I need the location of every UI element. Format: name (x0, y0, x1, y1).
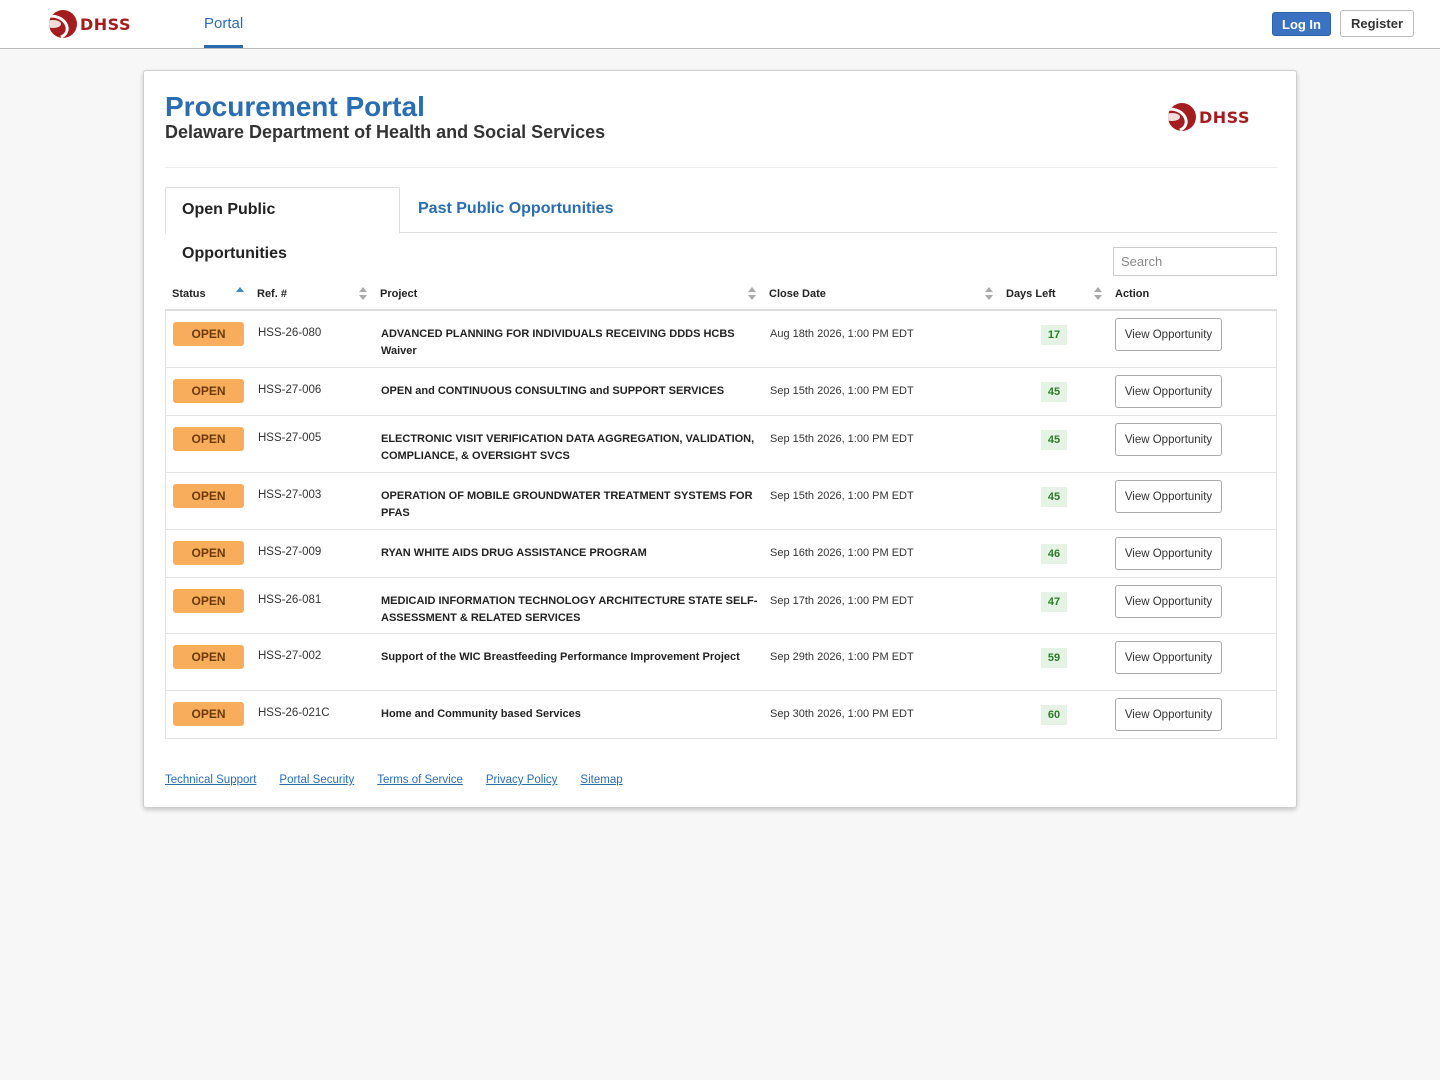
sort-icon[interactable] (1094, 287, 1102, 301)
page-subtitle: Delaware Department of Health and Social… (165, 122, 606, 142)
project-name: Home and Community based Services (381, 708, 581, 720)
sort-icon[interactable] (359, 287, 367, 301)
days-left-badge: 45 (1041, 382, 1067, 402)
status-badge: OPEN (173, 702, 244, 726)
project-name: MEDICAID INFORMATION TECHNOLOGY ARCHITEC… (381, 595, 758, 624)
footer-link-technical-support[interactable]: Technical Support (165, 774, 256, 786)
table-row: OPEN HSS-27-003 OPERATION OF MOBILE GROUND… (166, 472, 1276, 529)
footer-link-sitemap[interactable]: Sitemap (580, 774, 622, 786)
ref-number: HSS-27-002 (258, 650, 322, 662)
view-opportunity-button[interactable]: View Opportunity (1115, 537, 1222, 570)
column-header-close-date[interactable]: Close Date (769, 288, 826, 300)
table-row: OPEN HSS-26-080 ADVANCED PLANNING FOR INDI… (166, 311, 1276, 367)
header-divider (165, 167, 1277, 168)
ref-number: HSS-26-080 (258, 327, 322, 339)
days-left-badge: 59 (1041, 648, 1067, 668)
status-badge: OPEN (173, 379, 244, 403)
sort-asc-icon[interactable] (236, 287, 244, 301)
table-row: OPEN HSS-27-002 Support of the WIC Breastf… (166, 633, 1276, 690)
project-name: Support of the WIC Breastfeeding Perform… (381, 651, 740, 663)
main-card: Procurement Portal Delaware Department o… (143, 70, 1297, 808)
close-date: Sep 15th 2026, 1:00 PM EDT (770, 490, 914, 502)
close-date: Sep 15th 2026, 1:00 PM EDT (770, 433, 914, 445)
column-header-days-left[interactable]: Days Left (1006, 288, 1056, 300)
status-badge: OPEN (173, 322, 244, 346)
status-badge: OPEN (173, 645, 244, 669)
view-opportunity-button[interactable]: View Opportunity (1115, 480, 1222, 513)
ref-number: HSS-26-021C (258, 707, 330, 719)
tab-open-opportunities[interactable]: Open Public Opportunities (165, 187, 400, 262)
days-left-badge: 60 (1041, 705, 1067, 725)
view-opportunity-button[interactable]: View Opportunity (1115, 375, 1222, 408)
footer-link-privacy-policy[interactable]: Privacy Policy (486, 774, 558, 786)
status-badge: OPEN (173, 541, 244, 565)
column-header-project[interactable]: Project (380, 288, 417, 300)
status-badge: OPEN (173, 484, 244, 508)
ref-number: HSS-26-081 (258, 594, 322, 606)
sort-icon[interactable] (985, 287, 993, 301)
project-name: ELECTRONIC VISIT VERIFICATION DATA AGGRE… (381, 433, 755, 462)
dhss-logo-icon (49, 10, 77, 38)
days-left-badge: 17 (1041, 325, 1067, 345)
close-date: Sep 17th 2026, 1:00 PM EDT (770, 595, 914, 607)
dhss-logo[interactable]: DHSS (49, 9, 131, 39)
tab-past-opportunities[interactable]: Past Public Opportunities (402, 187, 630, 233)
column-header-status[interactable]: Status (172, 288, 206, 300)
header-dhss-logo: DHSS (1168, 103, 1250, 131)
ref-number: HSS-27-005 (258, 432, 322, 444)
close-date: Sep 16th 2026, 1:00 PM EDT (770, 547, 914, 559)
page-title: Procurement Portal (165, 91, 425, 122)
ref-number: HSS-27-003 (258, 489, 322, 501)
footer-link-portal-security[interactable]: Portal Security (279, 774, 354, 786)
ref-number: HSS-27-006 (258, 384, 322, 396)
table-row: OPEN HSS-27-006 OPEN and CONTINUOUS CONSUL… (166, 367, 1276, 415)
view-opportunity-button[interactable]: View Opportunity (1115, 698, 1222, 731)
close-date: Sep 29th 2026, 1:00 PM EDT (770, 651, 914, 663)
view-opportunity-button[interactable]: View Opportunity (1115, 585, 1222, 618)
dhss-logo-text: DHSS (1199, 107, 1250, 127)
table-row: OPEN HSS-26-081 MEDICAID INFORMATION TECHN… (166, 577, 1276, 633)
view-opportunity-button[interactable]: View Opportunity (1115, 423, 1222, 456)
ref-number: HSS-27-009 (258, 546, 322, 558)
close-date: Aug 18th 2026, 1:00 PM EDT (770, 328, 914, 340)
footer-links: Technical Support Portal Security Terms … (165, 774, 623, 786)
footer-link-terms-of-service[interactable]: Terms of Service (377, 774, 463, 786)
dhss-logo-text: DHSS (80, 14, 131, 34)
sort-icon[interactable] (748, 287, 756, 301)
dhss-logo-icon (1168, 103, 1196, 131)
table-row: OPEN HSS-26-021C Home and Community based … (166, 690, 1276, 738)
project-name: RYAN WHITE AIDS DRUG ASSISTANCE PROGRAM (381, 547, 647, 559)
table-row: OPEN HSS-27-005 ELECTRONIC VISIT VERIFICAT… (166, 415, 1276, 472)
column-header-ref[interactable]: Ref. # (257, 288, 287, 300)
table-header: Status Ref. # Project Close Date Days Le… (165, 281, 1277, 311)
project-name: OPEN and CONTINUOUS CONSULTING and SUPPO… (381, 385, 725, 397)
column-header-action: Action (1115, 288, 1150, 300)
status-badge: OPEN (173, 427, 244, 451)
opportunity-tabs: Open Public Opportunities Past Public Op… (165, 187, 1277, 262)
table-row: OPEN HSS-27-009 RYAN WHITE AIDS DRUG ASSIS… (166, 529, 1276, 577)
nav-tab-portal[interactable]: Portal (204, 0, 244, 48)
project-name: ADVANCED PLANNING FOR INDIVIDUALS RECEIV… (381, 328, 735, 357)
status-badge: OPEN (173, 589, 244, 613)
project-name: OPERATION OF MOBILE GROUNDWATER TREATMEN… (381, 490, 753, 519)
days-left-badge: 45 (1041, 487, 1067, 507)
view-opportunity-button[interactable]: View Opportunity (1115, 641, 1222, 674)
days-left-badge: 45 (1041, 430, 1067, 450)
table-body: OPEN HSS-26-080 ADVANCED PLANNING FOR INDI… (165, 311, 1277, 739)
days-left-badge: 47 (1041, 592, 1067, 612)
login-button[interactable]: Log In (1272, 12, 1331, 36)
top-navbar: DHSS Portal Log In Register (0, 0, 1440, 49)
days-left-badge: 46 (1041, 544, 1067, 564)
view-opportunity-button[interactable]: View Opportunity (1115, 318, 1222, 351)
close-date: Sep 30th 2026, 1:00 PM EDT (770, 708, 914, 720)
search-input[interactable] (1113, 247, 1277, 276)
register-button[interactable]: Register (1340, 10, 1414, 37)
opportunities-table: Status Ref. # Project Close Date Days Le… (165, 281, 1277, 739)
close-date: Sep 15th 2026, 1:00 PM EDT (770, 385, 914, 397)
